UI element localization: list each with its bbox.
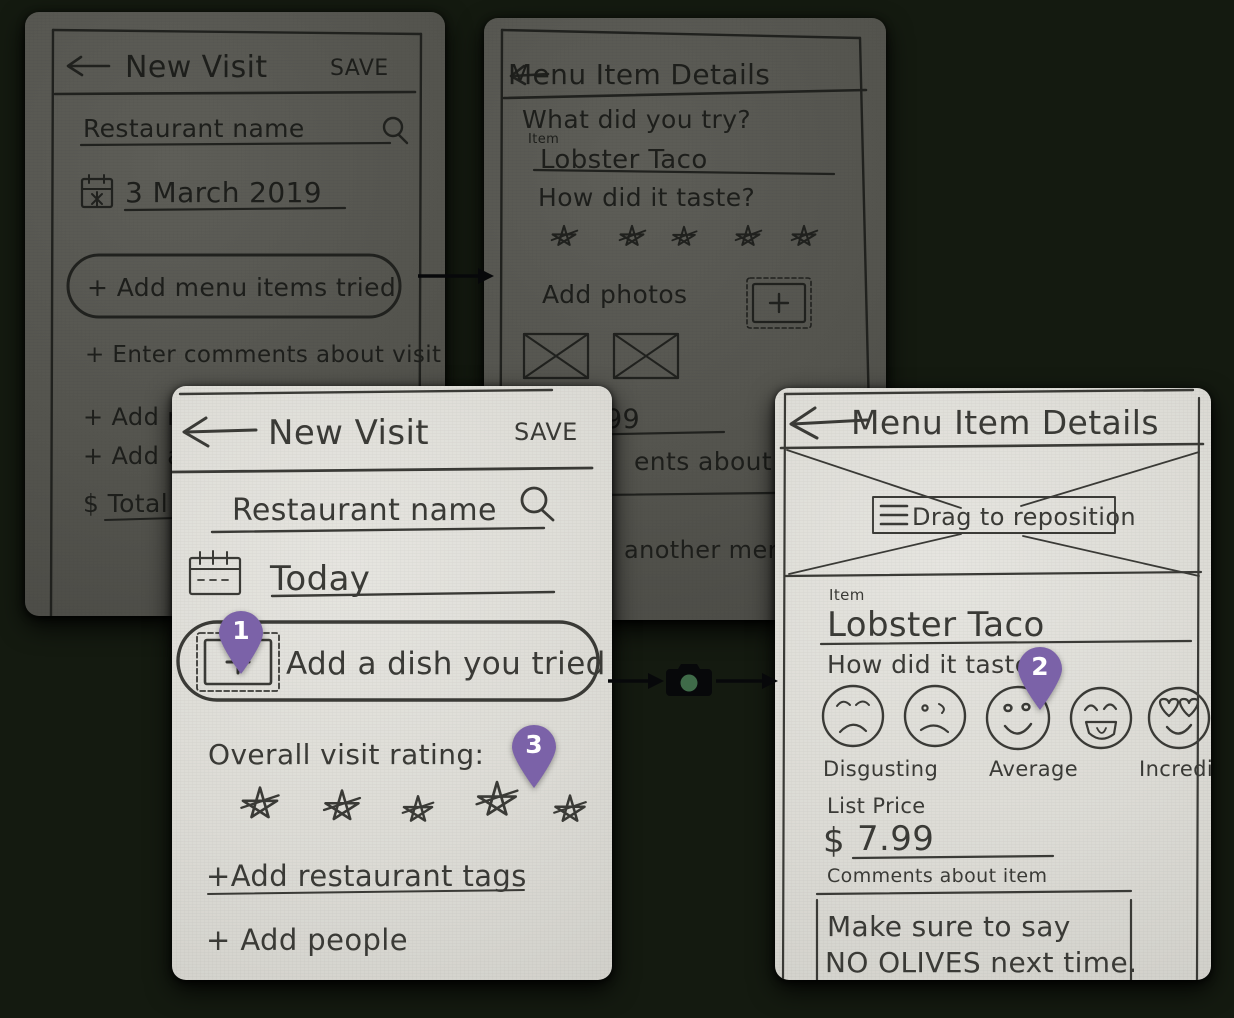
panel-new-visit-new: New Visit SAVE Restaurant name Today Add… [172,386,612,980]
calendar-icon [80,174,114,209]
add-photo-icon [746,277,812,329]
svg-text:7.99: 7.99 [857,819,934,859]
svg-text:Menu Item Details: Menu Item Details [851,403,1159,442]
flow-arrow-top [418,258,496,294]
sketch-strokes-bl: New Visit SAVE Restaurant name Today Add… [172,388,606,957]
star-2 [322,789,362,821]
svg-text:Incredible: Incredible [1139,757,1211,781]
face-tongue-icon [1069,686,1133,750]
svg-text:Make sure to say: Make sure to say [827,910,1071,943]
svg-text:Lobster Taco: Lobster Taco [540,145,708,175]
svg-text:ents about: ents about [634,447,772,476]
svg-text:List Price: List Price [827,794,926,818]
face-frown-icon [903,684,967,748]
svg-text:SAVE: SAVE [514,418,578,446]
face-disgusted-icon [821,684,885,748]
calendar-icon [188,550,242,596]
svg-text:$ Total: $ Total [83,489,168,518]
photo-placeholder-2 [612,332,680,380]
svg-text:What did you try?: What did you try? [522,105,751,134]
search-icon [520,486,555,522]
panel-menu-item-details-new: Menu Item Details Drag to reposition Ite… [775,388,1211,980]
svg-text:Drag to reposition: Drag to reposition [912,503,1136,531]
back-arrow-icon [182,416,258,448]
svg-text:+ Add people: + Add people [206,923,408,957]
svg-text:another men: another men [624,536,783,564]
annotation-pin-1[interactable]: 1 [215,609,267,675]
drag-handle-icon [879,504,909,526]
taste-stars-row [550,224,819,246]
svg-text:NO OLIVES next time.: NO OLIVES next time. [825,946,1137,979]
photo-placeholder-1 [522,332,590,380]
svg-text:Disgusting: Disgusting [823,757,938,781]
flow-arrow-to-camera [608,668,666,694]
svg-text:Comments about item: Comments about item [827,865,1047,887]
sketch-strokes-br: Menu Item Details Drag to reposition Ite… [779,388,1211,980]
sketch-board: New Visit SAVE Restaurant name 3 March 2… [0,0,1234,1018]
search-icon [382,116,409,145]
svg-text:Lobster Taco: Lobster Taco [827,605,1045,645]
star-1 [240,786,280,819]
svg-text:Today: Today [269,559,370,599]
svg-text:SAVE: SAVE [330,56,389,81]
star-5 [553,794,587,822]
camera-icon [666,660,712,698]
svg-text:Menu Item Details: Menu Item Details [508,58,770,91]
svg-text:How did it taste?: How did it taste? [827,650,1044,679]
flow-arrow-from-camera [716,668,778,694]
svg-text:New Visit: New Visit [125,50,268,85]
annotation-pin-2[interactable]: 2 [1014,645,1066,711]
svg-text:Item: Item [829,586,865,604]
back-arrow-icon [66,55,111,77]
svg-text:3 March 2019: 3 March 2019 [125,176,322,209]
svg-text:$: $ [823,821,845,861]
svg-text:Average: Average [989,757,1078,781]
svg-text:How did it taste?: How did it taste? [538,183,755,212]
svg-text:+Add restaurant tags: +Add restaurant tags [206,859,527,893]
annotation-pin-3[interactable]: 3 [508,723,560,789]
svg-text:Restaurant name: Restaurant name [232,493,497,528]
svg-text:+ Enter comments about visit: + Enter comments about visit [85,342,441,368]
svg-text:New Visit: New Visit [268,413,429,453]
drag-to-reposition-box: Drag to reposition [872,496,1136,534]
face-heart-eyes-icon [1147,686,1211,750]
svg-text:Add a dish you tried: Add a dish you tried [286,646,606,682]
svg-text:Overall visit rating:: Overall visit rating: [208,738,484,771]
svg-text:Restaurant name: Restaurant name [83,114,305,143]
svg-text:+ Add menu items tried: + Add menu items tried [87,273,396,302]
svg-text:Add photos: Add photos [542,280,687,309]
star-3 [401,795,435,822]
